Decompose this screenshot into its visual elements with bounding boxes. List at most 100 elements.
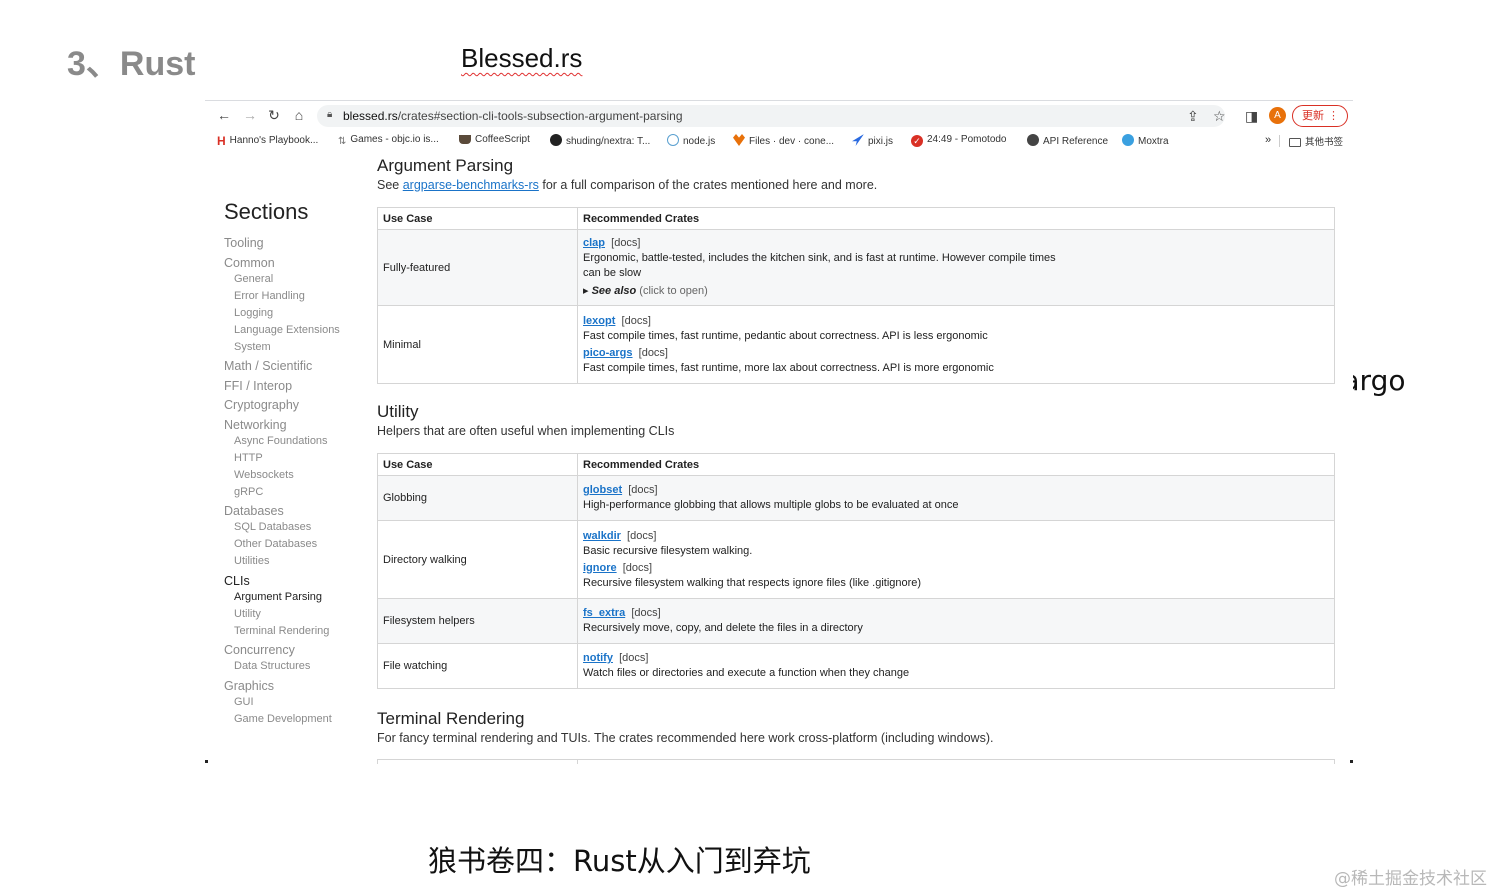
section-title-terminal-rendering: Terminal Rendering [377,709,525,728]
crates-cell: walkdir [docs] Basic recursive filesyste… [577,520,1335,599]
home-icon[interactable]: ⌂ [290,106,308,124]
sidebar-item-websockets[interactable]: Websockets [234,469,294,481]
section-desc-utility: Helpers that are often useful when imple… [377,424,675,438]
bookmarks-bar: H Hanno's Playbook... ⇅ Games - objc.io is… [205,132,1353,150]
bookmark-games[interactable]: ⇅ Games - objc.io is... [338,134,439,148]
sidebar-item-async-foundations[interactable]: Async Foundations [234,435,328,447]
use-case-cell: Globbing [377,475,578,521]
sidebar-item-cryptography[interactable]: Cryptography [224,398,299,412]
column-header-use-case: Use Case [377,207,578,230]
docs-link[interactable]: [docs] [611,237,640,249]
other-bookmarks[interactable]: 其他书签 [1289,134,1343,148]
sidebar-item-concurrency[interactable]: Concurrency [224,643,295,657]
docs-link[interactable]: [docs] [628,484,657,496]
sidebar-item-game-development[interactable]: Game Development [234,713,332,725]
watermark: @稀土掘金技术社区 [1334,869,1487,889]
bookmark-pixi[interactable]: pixi.js [852,134,893,147]
crate-link-notify[interactable]: notify [583,652,613,664]
share-icon[interactable]: ⇪ [1187,108,1199,124]
bookmarks-overflow-button[interactable]: » [1265,134,1271,146]
docs-link[interactable]: [docs] [622,315,651,327]
reload-icon[interactable]: ↻ [265,106,283,124]
sidebar-item-math-scientific[interactable]: Math / Scientific [224,359,312,373]
sort-icon: ⇅ [338,136,347,147]
bookmark-files[interactable]: Files · dev · cone... [733,134,834,147]
bookmark-moxtra[interactable]: Moxtra [1122,134,1169,147]
table-row: Minimal lexopt [docs] Fast compile times… [377,305,1335,384]
sidebar-item-ffi-interop[interactable]: FFI / Interop [224,379,292,393]
browser-window: ← → ↻ ⌂ 🔒︎ blessed.rs/crates#section-cli… [205,100,1353,764]
argparse-benchmarks-link[interactable]: argparse-benchmarks-rs [403,178,539,192]
see-also-toggle[interactable]: ▸ See also (click to open) [583,284,1329,299]
sidebar-item-sql-databases[interactable]: SQL Databases [234,521,311,533]
side-panel-icon[interactable]: ◨ [1245,108,1258,124]
crate-link-ignore[interactable]: ignore [583,562,617,574]
sidebar-item-error-handling[interactable]: Error Handling [234,290,305,302]
docs-link[interactable]: [docs] [619,652,648,664]
crate-link-fs-extra[interactable]: fs_extra [583,607,625,619]
crate-description: Ergonomic, battle-tested, includes the k… [583,252,1056,279]
sidebar-item-utilities[interactable]: Utilities [234,555,269,567]
slide-title: Blessed.rs [461,43,583,73]
sidebar-item-data-structures[interactable]: Data Structures [234,660,310,672]
bookmark-nodejs[interactable]: node.js [667,134,715,147]
crates-cell: clap [docs] Ergonomic, battle-tested, in… [577,229,1335,306]
sidebar-item-gui[interactable]: GUI [234,696,254,708]
sidebar-item-http[interactable]: HTTP [234,452,263,464]
github-icon [550,134,562,146]
sidebar-item-terminal-rendering[interactable]: Terminal Rendering [234,625,329,637]
sidebar-item-system[interactable]: System [234,341,271,353]
sidebar-item-logging[interactable]: Logging [234,307,273,319]
avatar[interactable]: A [1269,107,1286,124]
menu-icon: ⋮ [1328,109,1339,122]
sidebar-item-utility[interactable]: Utility [234,608,261,620]
bookmark-coffeescript[interactable]: CoffeeScript [459,134,530,145]
sidebar-item-databases[interactable]: Databases [224,504,284,518]
bookmark-hanno[interactable]: H Hanno's Playbook... [217,134,318,148]
use-case-cell: Fully-featured [377,229,578,306]
sidebar-item-general[interactable]: General [234,273,273,285]
url-text[interactable]: blessed.rs/crates#section-cli-tools-subs… [343,109,683,123]
folder-icon [1289,138,1301,147]
crate-link-clap[interactable]: clap [583,237,605,249]
bookmark-nextra[interactable]: shuding/nextra: T... [550,134,650,147]
sidebar-item-common[interactable]: Common [224,256,275,270]
table-row: Filesystem helpers fs_extra [docs] Recur… [377,598,1335,644]
forward-icon[interactable]: → [241,106,259,124]
crate-description: Watch files or directories and execute a… [583,667,910,679]
bookmark-pomotodo[interactable]: ✓ 24:49 - Pomotodo [911,134,1007,147]
star-icon[interactable]: ☆ [1213,108,1226,124]
docs-link[interactable]: [docs] [623,562,652,574]
crate-link-pico-args[interactable]: pico-args [583,347,633,359]
page-content: Sections Tooling Common General Error Handl… [205,152,1353,764]
sidebar-item-networking[interactable]: Networking [224,418,287,432]
use-case-cell: Filesystem helpers [377,598,578,644]
slide-caption: 狼书卷四：Rust从入门到弃坑 [428,844,811,878]
sidebar-item-argument-parsing[interactable]: Argument Parsing [234,591,322,603]
crate-link-lexopt[interactable]: lexopt [583,315,615,327]
docs-link[interactable]: [docs] [627,530,656,542]
window-divider [205,100,1353,101]
docs-link[interactable]: [docs] [631,607,660,619]
back-icon[interactable]: ← [215,106,233,124]
table-header-row: Use Case Recommended Crates [377,453,1335,476]
update-button[interactable]: 更新 ⋮ [1292,105,1348,127]
bookmark-api-reference[interactable]: API Reference [1027,134,1108,147]
docs-link[interactable]: [docs] [639,347,668,359]
node-icon [667,134,679,146]
sidebar-item-tooling[interactable]: Tooling [224,236,264,250]
column-header-recommended: Recommended Crates [577,207,1335,230]
moxtra-icon [1122,134,1134,146]
crop-mark [205,760,208,763]
url-bar[interactable]: 🔒︎ blessed.rs/crates#section-cli-tools-s… [317,105,1225,127]
sidebar-item-clis[interactable]: CLIs [224,574,250,588]
sidebar-item-grpc[interactable]: gRPC [234,486,263,498]
crate-link-globset[interactable]: globset [583,484,622,496]
sidebar-item-other-databases[interactable]: Other Databases [234,538,317,550]
gitlab-icon [733,134,745,146]
crop-mark [1350,760,1353,763]
sidebar-item-language-extensions[interactable]: Language Extensions [234,324,340,336]
crate-description: High-performance globbing that allows mu… [583,499,959,511]
crate-link-walkdir[interactable]: walkdir [583,530,621,542]
sidebar-item-graphics[interactable]: Graphics [224,679,274,693]
